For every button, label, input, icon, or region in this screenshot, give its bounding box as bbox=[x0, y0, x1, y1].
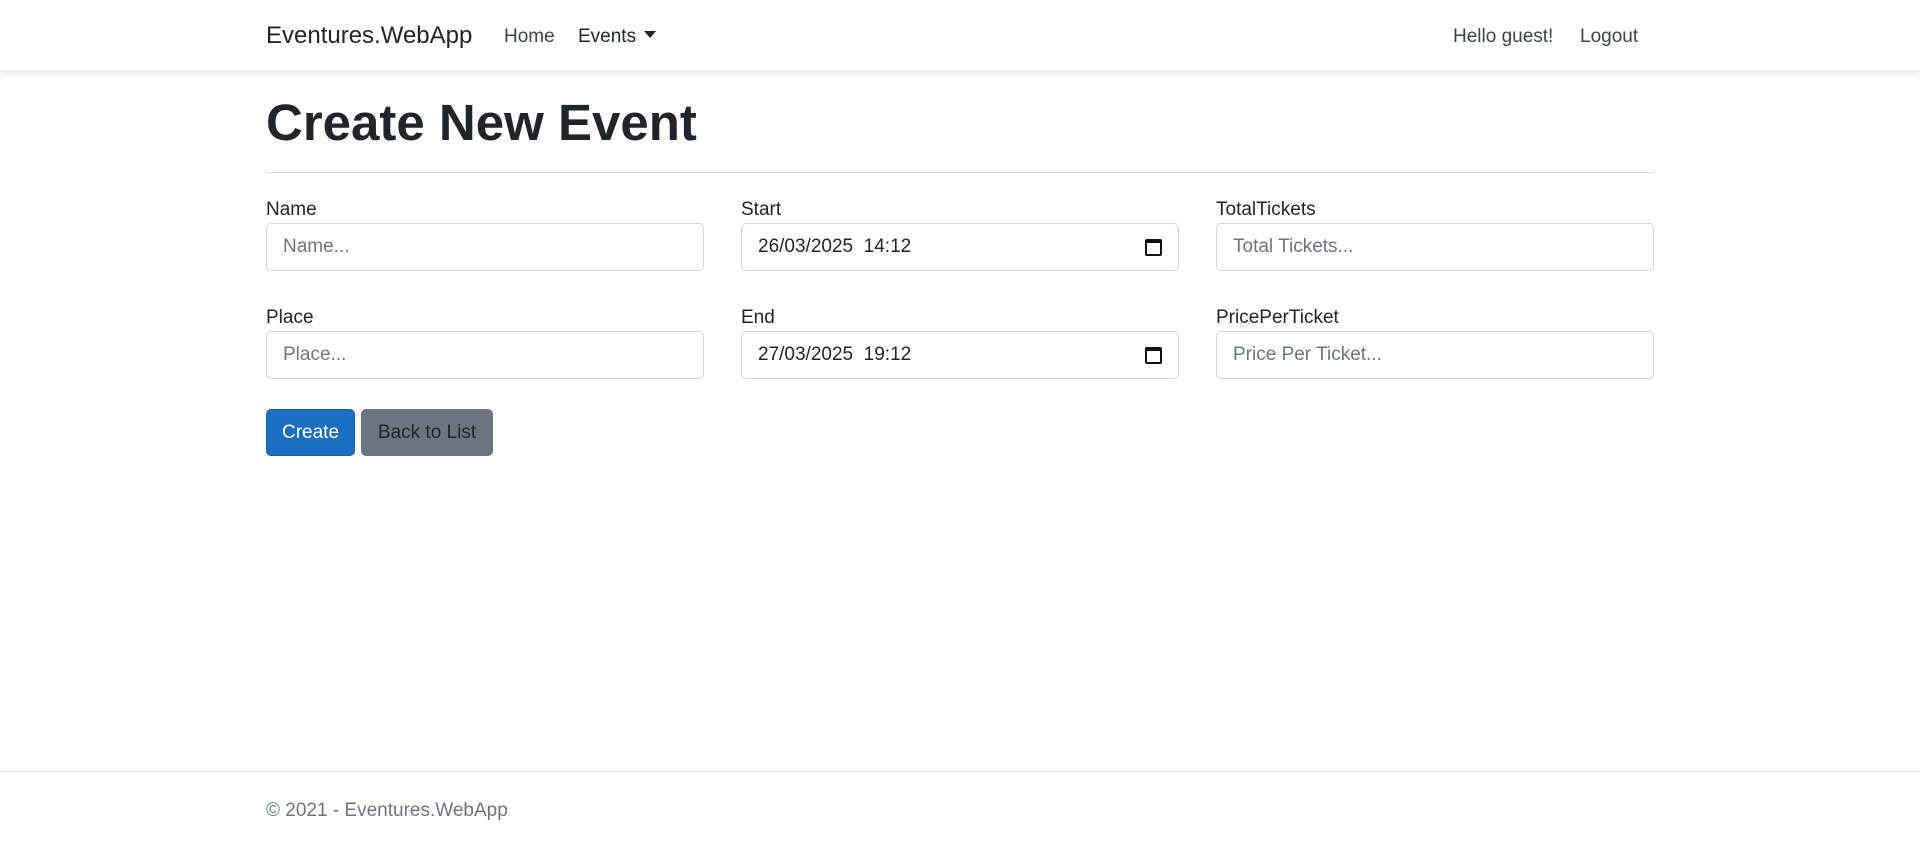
start-datetime-value: 26/03/2025 14:12 bbox=[758, 236, 912, 257]
total-tickets-field-group: TotalTickets bbox=[1216, 198, 1654, 271]
name-field-group: Name bbox=[266, 198, 704, 271]
greeting-text: Hello guest! bbox=[1453, 26, 1554, 47]
top-navbar: Eventures.WebApp Home Events Hello guest… bbox=[0, 0, 1920, 72]
name-input[interactable] bbox=[266, 223, 704, 271]
start-field-group: Start 26/03/2025 14:12 bbox=[741, 198, 1179, 271]
name-label: Name bbox=[266, 199, 317, 220]
create-button[interactable]: Create bbox=[266, 409, 355, 456]
end-field-group: End 27/03/2025 19:12 bbox=[741, 306, 1179, 379]
end-label: End bbox=[741, 307, 775, 328]
page-title: Create New Event bbox=[266, 94, 697, 151]
page-footer: © 2021 - Eventures.WebApp bbox=[0, 771, 1920, 847]
back-to-list-button[interactable]: Back to List bbox=[361, 409, 493, 456]
start-label: Start bbox=[741, 199, 782, 220]
nav-events-dropdown[interactable]: Events bbox=[578, 26, 657, 48]
nav-events-label: Events bbox=[578, 26, 637, 47]
footer-copyright: © 2021 - Eventures.WebApp bbox=[266, 800, 508, 821]
end-datetime-input[interactable]: 27/03/2025 19:12 bbox=[741, 331, 1179, 379]
end-datetime-value: 27/03/2025 19:12 bbox=[758, 344, 912, 365]
nav-home-link[interactable]: Home bbox=[504, 26, 555, 48]
price-per-ticket-input[interactable] bbox=[1216, 331, 1654, 379]
price-per-ticket-label: PricePerTicket bbox=[1216, 307, 1339, 328]
total-tickets-label: TotalTickets bbox=[1216, 199, 1316, 220]
calendar-icon[interactable] bbox=[1145, 346, 1162, 364]
total-tickets-input[interactable] bbox=[1216, 223, 1654, 271]
start-datetime-input[interactable]: 26/03/2025 14:12 bbox=[741, 223, 1179, 271]
place-label: Place bbox=[266, 307, 314, 328]
logout-link[interactable]: Logout bbox=[1580, 26, 1638, 48]
calendar-icon[interactable] bbox=[1145, 238, 1162, 256]
place-input[interactable] bbox=[266, 331, 704, 379]
price-per-ticket-field-group: PricePerTicket bbox=[1216, 306, 1654, 379]
place-field-group: Place bbox=[266, 306, 704, 379]
chevron-down-icon bbox=[644, 31, 657, 38]
title-divider bbox=[266, 172, 1654, 173]
brand-link[interactable]: Eventures.WebApp bbox=[266, 22, 472, 50]
